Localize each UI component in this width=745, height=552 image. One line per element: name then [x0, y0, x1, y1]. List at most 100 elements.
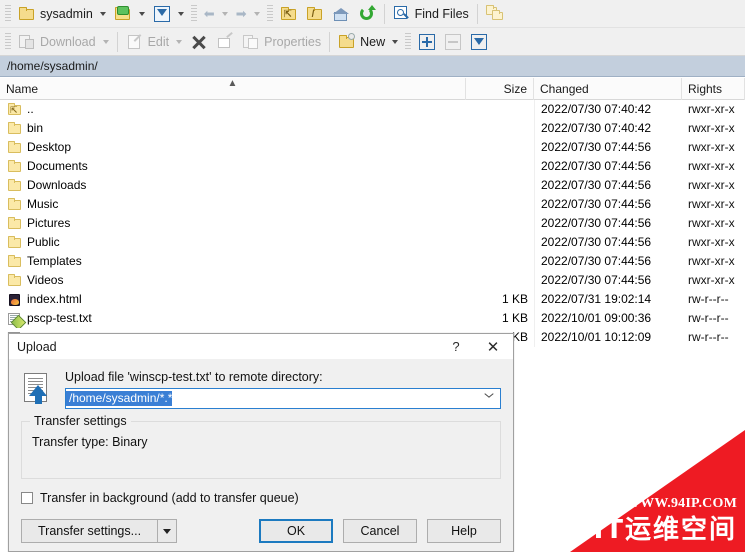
session-selector[interactable]: sysadmin — [14, 2, 110, 26]
remote-directory-value[interactable]: /home/sysadmin/*.* — [66, 391, 173, 406]
table-row[interactable]: pscp-test.txt 1 KB 2022/10/01 09:00:36 rw-r… — [0, 309, 745, 328]
upload-fields: Upload file 'winscp-test.txt' to remote … — [65, 370, 501, 409]
table-row[interactable]: ⇱.. 2022/07/30 07:40:42 rwxr-xr-x — [0, 100, 745, 119]
back-button[interactable]: ⬅ — [200, 2, 232, 26]
forward-icon: ➡ — [235, 6, 247, 21]
help-button[interactable]: Help — [427, 519, 501, 543]
home-icon — [332, 5, 350, 23]
cell-changed: 2022/07/30 07:44:56 — [534, 138, 682, 157]
cell-rights: rw-r--r-- — [688, 311, 729, 325]
open-session-button[interactable] — [110, 2, 149, 26]
properties-button[interactable]: Properties — [238, 30, 325, 54]
file-name: Documents — [27, 159, 88, 173]
top-toolbar: sysadmin ⬅ ➡ ⇱ / Find Files — [0, 0, 745, 28]
cancel-button[interactable]: Cancel — [343, 519, 417, 543]
file-name: pscp-test.txt — [27, 311, 92, 325]
select-remove-button[interactable] — [440, 30, 466, 54]
cell-size: 1 KB — [501, 311, 528, 325]
cell-name: Music — [0, 195, 466, 214]
table-row[interactable]: index.html 1 KB 2022/07/31 19:02:14 rw-r--r… — [0, 290, 745, 309]
forward-button[interactable]: ➡ — [232, 2, 264, 26]
toolbar-grip-4[interactable] — [5, 32, 11, 51]
column-header-changed-label: Changed — [540, 81, 589, 96]
root-directory-button[interactable]: / — [302, 2, 328, 26]
ok-button[interactable]: OK — [259, 519, 333, 543]
filter-button[interactable] — [149, 2, 188, 26]
delete-button[interactable] — [186, 30, 212, 54]
table-row[interactable]: bin 2022/07/30 07:40:42 rwxr-xr-x — [0, 119, 745, 138]
toolbar-grip[interactable] — [5, 4, 11, 23]
column-header-rights[interactable]: Rights — [682, 77, 745, 100]
edit-icon — [126, 33, 144, 51]
cell-changed: 2022/07/30 07:40:42 — [534, 100, 682, 119]
find-files-button[interactable]: Find Files — [389, 2, 473, 26]
parent-directory-button[interactable]: ⇱ — [276, 2, 302, 26]
cell-rights: rwxr-xr-x — [688, 159, 735, 173]
cell-name: index.html — [0, 290, 466, 309]
toolbar-grip-3[interactable] — [266, 4, 273, 23]
checkbox-box[interactable] — [21, 492, 33, 504]
refresh-button[interactable] — [354, 2, 380, 26]
chevron-down-icon[interactable] — [102, 39, 109, 44]
transfer-in-background-checkbox[interactable]: Transfer in background (add to transfer … — [21, 491, 501, 505]
cell-name: Desktop — [0, 138, 466, 157]
close-icon[interactable]: ✕ — [473, 334, 513, 359]
file-name: Templates — [27, 254, 82, 268]
table-row[interactable]: Public 2022/07/30 07:44:56 rwxr-xr-x — [0, 233, 745, 252]
help-icon[interactable]: ? — [439, 334, 473, 359]
chevron-down-icon[interactable] — [392, 39, 399, 44]
cell-size — [466, 271, 534, 290]
chevron-down-icon[interactable] — [176, 39, 183, 44]
column-header-name[interactable]: Name ▲ — [0, 77, 466, 100]
chmod-icon — [216, 31, 234, 51]
select-add-button[interactable] — [414, 30, 440, 54]
table-row[interactable]: Music 2022/07/30 07:44:56 rwxr-xr-x — [0, 195, 745, 214]
dialog-title-bar[interactable]: Upload ? ✕ — [9, 334, 513, 360]
edit-button[interactable]: Edit — [122, 30, 187, 54]
toolbar-grip-2[interactable] — [190, 4, 197, 23]
synchronize-browsing-button[interactable] — [482, 2, 508, 26]
cell-rights: rwxr-xr-x — [688, 140, 735, 154]
file-name: bin — [27, 121, 44, 135]
cell-name: pscp-test.txt — [0, 309, 466, 328]
upload-target-row: Upload file 'winscp-test.txt' to remote … — [21, 370, 501, 409]
upload-prompt: Upload file 'winscp-test.txt' to remote … — [65, 370, 323, 384]
cell-changed: 2022/07/30 07:40:42 — [534, 119, 682, 138]
remote-directory-combobox[interactable]: /home/sysadmin/*.* — [65, 388, 501, 409]
column-header-size[interactable]: Size — [466, 77, 534, 100]
column-header-changed[interactable]: Changed — [534, 77, 682, 100]
file-name: Videos — [27, 273, 64, 287]
table-row[interactable]: Videos 2022/07/30 07:44:56 rwxr-xr-x — [0, 271, 745, 290]
chevron-down-icon[interactable] — [177, 11, 184, 16]
chevron-down-icon[interactable] — [253, 11, 260, 16]
properties-chmod-button[interactable] — [212, 30, 238, 54]
chevron-down-icon[interactable] — [485, 393, 494, 402]
html-file-icon — [8, 293, 22, 307]
table-row[interactable]: Desktop 2022/07/30 07:44:56 rwxr-xr-x — [0, 138, 745, 157]
home-directory-button[interactable] — [328, 2, 354, 26]
remote-path-bar[interactable]: /home/sysadmin/ — [0, 56, 745, 77]
table-row[interactable]: Pictures 2022/07/30 07:44:56 rwxr-xr-x — [0, 214, 745, 233]
table-row[interactable]: Downloads 2022/07/30 07:44:56 rwxr-xr-x — [0, 176, 745, 195]
selection-options-button[interactable] — [466, 30, 492, 54]
plus-icon — [418, 33, 436, 51]
chevron-down-icon[interactable] — [221, 11, 228, 16]
refresh-icon — [358, 4, 376, 23]
table-row[interactable]: Templates 2022/07/30 07:44:56 rwxr-xr-x — [0, 252, 745, 271]
chevron-down-icon[interactable] — [138, 11, 145, 16]
toolbar-separator — [383, 3, 385, 24]
file-name: index.html — [27, 292, 82, 306]
toolbar-grip-5[interactable] — [405, 32, 412, 51]
upload-dialog: Upload ? ✕ Upload file 'winscp-test.txt'… — [8, 333, 514, 552]
transfer-settings-button-label: Transfer settings... — [38, 524, 142, 538]
new-button[interactable]: New — [334, 30, 402, 54]
transfer-settings-button[interactable]: Transfer settings... — [21, 519, 178, 543]
cell-rights: rwxr-xr-x — [688, 102, 735, 116]
transfer-settings-dropdown[interactable] — [157, 520, 176, 542]
chevron-down-icon[interactable] — [99, 11, 106, 16]
toolbar-separator-2 — [476, 3, 478, 24]
table-row[interactable]: Documents 2022/07/30 07:44:56 rwxr-xr-x — [0, 157, 745, 176]
download-button[interactable]: Download — [14, 30, 113, 54]
file-name: Desktop — [27, 140, 72, 154]
new-folder-icon — [338, 32, 356, 51]
